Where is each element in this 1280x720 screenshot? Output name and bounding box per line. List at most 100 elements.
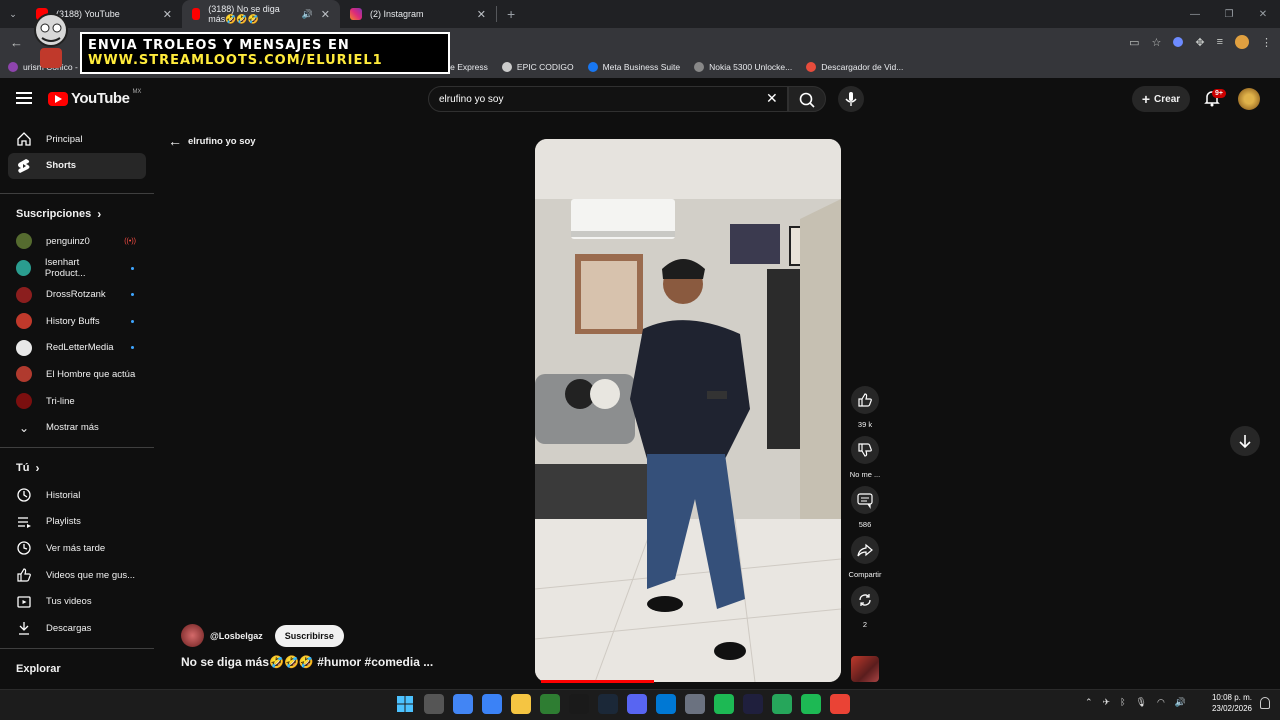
taskbar-app-icon[interactable] — [627, 694, 647, 714]
comment-button[interactable] — [851, 486, 879, 514]
taskbar-app-icon[interactable] — [482, 694, 502, 714]
tab-instagram[interactable]: (2) Instagram ✕ — [340, 0, 496, 28]
create-button[interactable]: + Crear — [1132, 86, 1190, 112]
channel-handle[interactable]: @Losbelgaz — [210, 631, 263, 641]
cast-icon[interactable]: ▭ — [1129, 36, 1139, 49]
back-to-search-link[interactable]: ← elrufino yo soy — [168, 133, 256, 149]
clear-search-icon[interactable]: ✕ — [766, 90, 778, 107]
you-heading[interactable]: Tú › — [0, 454, 154, 482]
sidebar-you-item[interactable]: Historial — [0, 482, 154, 509]
sidebar-subscription-item[interactable]: History Buffs — [0, 308, 154, 335]
action-comment: 586 — [844, 486, 886, 530]
bookmark-item[interactable]: Nokia 5300 Unlocke... — [694, 62, 792, 72]
sidebar-you-item[interactable]: Descargas — [0, 615, 154, 642]
sidebar-item-shorts[interactable]: Shorts — [8, 152, 146, 180]
bookmark-favicon-icon — [806, 62, 817, 72]
volume-icon[interactable]: 🔊 — [1175, 697, 1186, 708]
windows-start-icon[interactable] — [395, 694, 415, 714]
wifi-icon[interactable]: ◠ — [1157, 697, 1165, 708]
playlists-icon — [16, 514, 32, 530]
remix-button[interactable] — [851, 586, 879, 614]
sidebar-subscription-item[interactable]: El Hombre que actúa — [0, 361, 154, 388]
sidebar-you-item[interactable]: Tus videos — [0, 588, 154, 615]
subscribe-button[interactable]: Suscribirse — [274, 624, 344, 647]
video-progress-bar[interactable] — [541, 680, 655, 683]
notification-center-icon[interactable] — [1260, 697, 1270, 709]
sidebar-item-principal[interactable]: Principal — [0, 126, 154, 153]
taskbar-app-icon[interactable] — [685, 694, 705, 714]
maximize-icon[interactable]: ❐ — [1212, 9, 1246, 20]
system-tray: ⌃ ✈ ᛒ 🎙 ◠ 🔊 — [1085, 697, 1186, 708]
sidebar-subscription-item[interactable]: penguinz0 ((•)) — [0, 228, 154, 255]
puzzle-icon[interactable]: ✥ — [1195, 36, 1204, 49]
shorts-video-player[interactable] — [535, 139, 841, 682]
bookmark-star-icon[interactable]: ☆ — [1151, 36, 1161, 49]
sidebar-subscription-item[interactable]: RedLetterMedia — [0, 335, 154, 362]
youtube-logo[interactable]: YouTube MX — [48, 89, 141, 107]
bluetooth-icon[interactable]: ᛒ — [1120, 697, 1125, 708]
more-menu-icon[interactable]: ⋮ — [1261, 36, 1272, 49]
taskbar-app-icon[interactable] — [453, 694, 473, 714]
close-tab-icon[interactable]: ✕ — [477, 8, 486, 21]
extension-circle-icon[interactable] — [1173, 37, 1184, 47]
you-item-label: Historial — [46, 489, 81, 501]
dislike-button[interactable] — [851, 436, 879, 464]
channel-avatar[interactable] — [181, 624, 204, 647]
you-item-label: Tus videos — [46, 596, 92, 608]
sidebar-subscription-item[interactable]: DrossRotzank — [0, 281, 154, 308]
subscriptions-heading[interactable]: Suscripciones › — [0, 200, 154, 228]
dislike-icon — [858, 443, 872, 457]
back-icon[interactable]: ← — [10, 35, 23, 50]
live-icon: ((•)) — [124, 237, 136, 245]
sidebar-you-item[interactable]: Ver más tarde — [0, 535, 154, 562]
video-title[interactable]: No se diga más🤣🤣🤣 #humor #comedia ... — [181, 655, 433, 669]
search-button[interactable] — [788, 86, 826, 112]
taskbar-app-icon[interactable] — [424, 694, 444, 714]
taskbar-app-icon[interactable] — [801, 694, 821, 714]
mic-tray-icon[interactable]: 🎙 — [1136, 697, 1147, 708]
media-icon[interactable]: ≡ — [1217, 36, 1223, 48]
channel-avatar — [16, 233, 32, 250]
tab-search-chevron-icon[interactable]: ⌄ — [0, 9, 26, 20]
close-tab-icon[interactable]: ✕ — [321, 8, 330, 21]
hamburger-menu-icon[interactable] — [16, 92, 32, 104]
taskbar-app-icon[interactable] — [743, 694, 763, 714]
close-window-icon[interactable]: ✕ — [1246, 9, 1280, 20]
profile-icon[interactable] — [1235, 35, 1249, 49]
bookmark-item[interactable]: EPIC CODIGO — [501, 62, 574, 72]
new-tab-button[interactable]: + — [497, 6, 525, 22]
search-icon — [799, 92, 815, 108]
taskbar-app-icon[interactable] — [569, 694, 589, 714]
taskbar-app-icon[interactable] — [830, 694, 850, 714]
taskbar-app-icon[interactable] — [511, 694, 531, 714]
taskbar-app-icon[interactable] — [598, 694, 618, 714]
voice-search-button[interactable] — [838, 86, 864, 112]
account-avatar[interactable] — [1238, 88, 1260, 110]
network-icon[interactable]: ✈ — [1103, 697, 1111, 708]
sidebar-subscription-item[interactable]: Isenhart Product... — [0, 255, 154, 282]
sidebar-you-item[interactable]: Videos que me gus... — [0, 562, 154, 589]
tab-short-video[interactable]: (3188) No se diga más🤣🤣🤣 🔊 ✕ — [182, 0, 340, 28]
new-content-dot — [131, 346, 134, 350]
sidebar-you-item[interactable]: Playlists — [0, 509, 154, 536]
minimize-icon[interactable]: — — [1178, 9, 1212, 20]
next-video-button[interactable] — [1230, 426, 1260, 456]
sidebar-subscription-item[interactable]: Tri-line — [0, 388, 154, 415]
tray-chevron-up-icon[interactable]: ⌃ — [1085, 697, 1093, 708]
like-button[interactable] — [851, 386, 879, 414]
taskbar-app-icon[interactable] — [656, 694, 676, 714]
bookmark-item[interactable]: Descargador de Vid... — [806, 62, 903, 72]
chevron-right-icon: › — [35, 460, 40, 475]
bookmark-item[interactable]: Meta Business Suite — [587, 62, 680, 72]
sidebar-item-label: Principal — [46, 133, 83, 145]
search-input[interactable]: elrufino yo soy — [428, 86, 788, 112]
taskbar-app-icon[interactable] — [714, 694, 734, 714]
sound-thumbnail[interactable] — [851, 656, 879, 682]
close-tab-icon[interactable]: ✕ — [163, 8, 172, 21]
share-button[interactable] — [851, 536, 879, 564]
speaker-icon[interactable]: 🔊 — [302, 9, 313, 20]
system-clock[interactable]: 10:08 p. m. 23/02/2026 — [1206, 692, 1252, 714]
taskbar-app-icon[interactable] — [540, 694, 560, 714]
taskbar-app-icon[interactable] — [772, 694, 792, 714]
show-more-button[interactable]: ⌄ Mostrar más — [0, 414, 154, 441]
